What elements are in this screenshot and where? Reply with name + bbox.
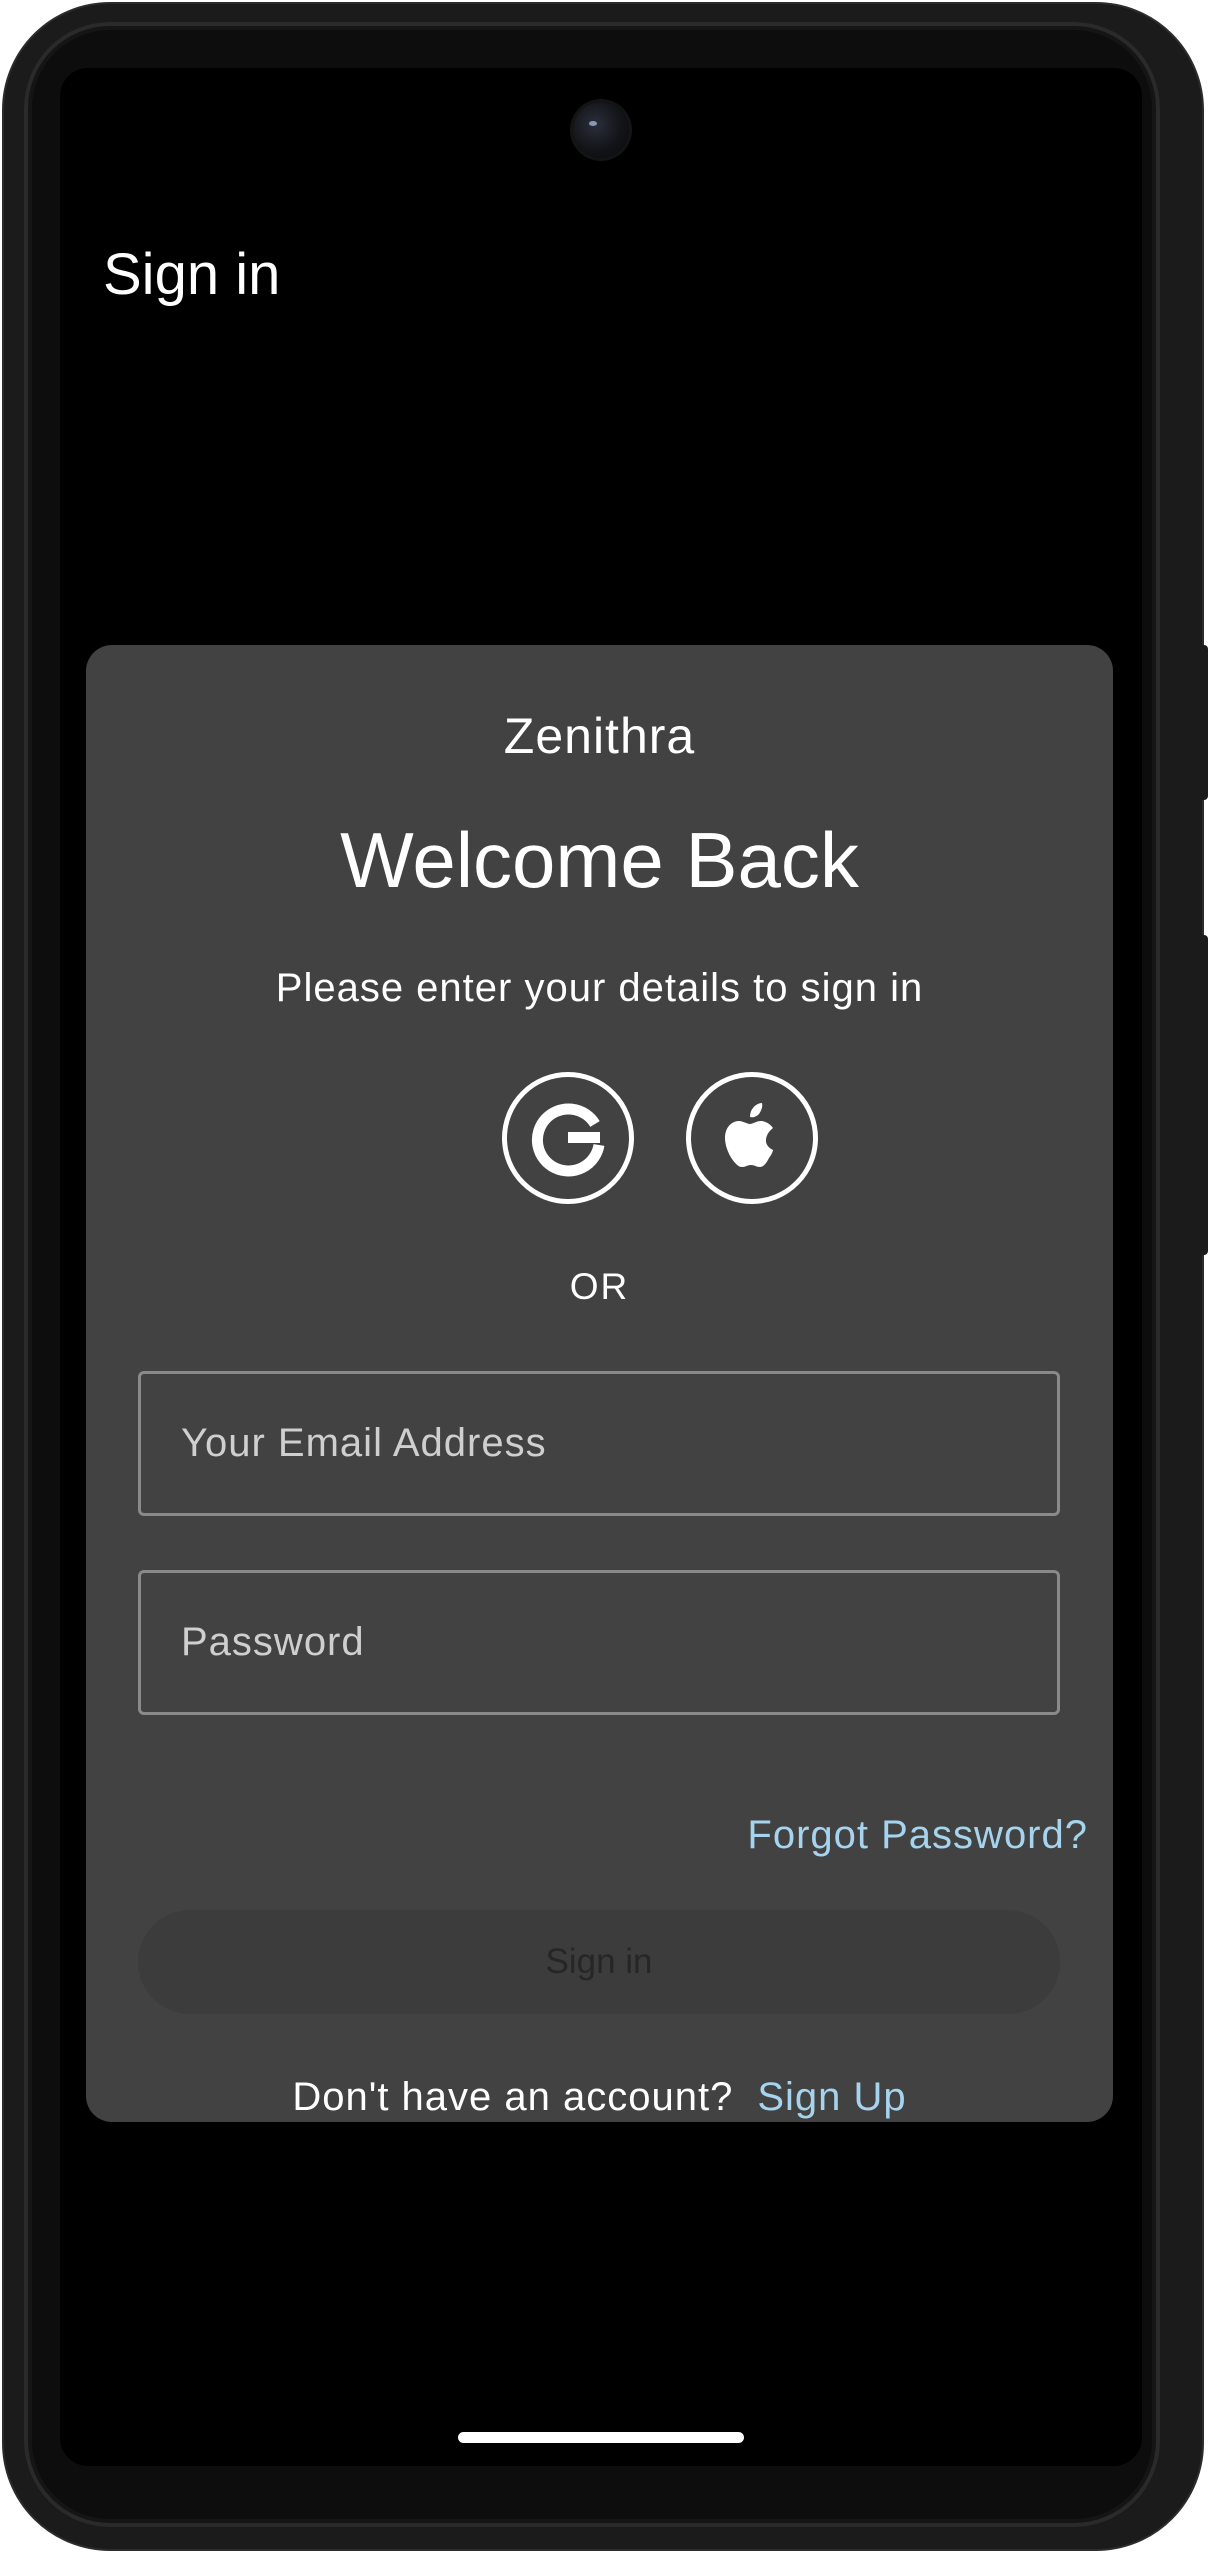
power-button [1200, 645, 1208, 800]
social-login-row [86, 1072, 1113, 1204]
signup-prompt: Don't have an account? [292, 2075, 734, 2119]
welcome-heading: Welcome Back [340, 816, 859, 904]
screen: Sign in Zenithra Welcome Back Please ent… [60, 68, 1142, 2466]
page-title: Sign in [103, 242, 281, 307]
or-divider: OR [569, 1266, 630, 1307]
password-input[interactable] [141, 1573, 1057, 1712]
signin-subtitle: Please enter your details to sign in [275, 966, 924, 1010]
email-field [138, 1371, 1060, 1516]
volume-button [1200, 935, 1208, 1255]
phone-device: Sign in Zenithra Welcome Back Please ent… [0, 0, 1209, 2553]
signup-link[interactable]: Sign Up [757, 2075, 906, 2119]
signup-row: Don't have an account? Sign Up [86, 2075, 1113, 2120]
brand-name: Zenithra [503, 708, 696, 764]
apple-icon [725, 1103, 773, 1167]
apple-signin-button[interactable] [686, 1072, 818, 1204]
front-camera [573, 102, 629, 158]
home-indicator[interactable] [458, 2432, 744, 2443]
password-field [138, 1570, 1060, 1715]
signin-card: Zenithra Welcome Back Please enter your … [86, 645, 1113, 2122]
forgot-password-link[interactable]: Forgot Password? [747, 1813, 1088, 1858]
signin-button[interactable]: Sign in [138, 1910, 1060, 2014]
email-input[interactable] [141, 1374, 1057, 1513]
google-icon [531, 1103, 605, 1177]
google-signin-button[interactable] [502, 1072, 634, 1204]
